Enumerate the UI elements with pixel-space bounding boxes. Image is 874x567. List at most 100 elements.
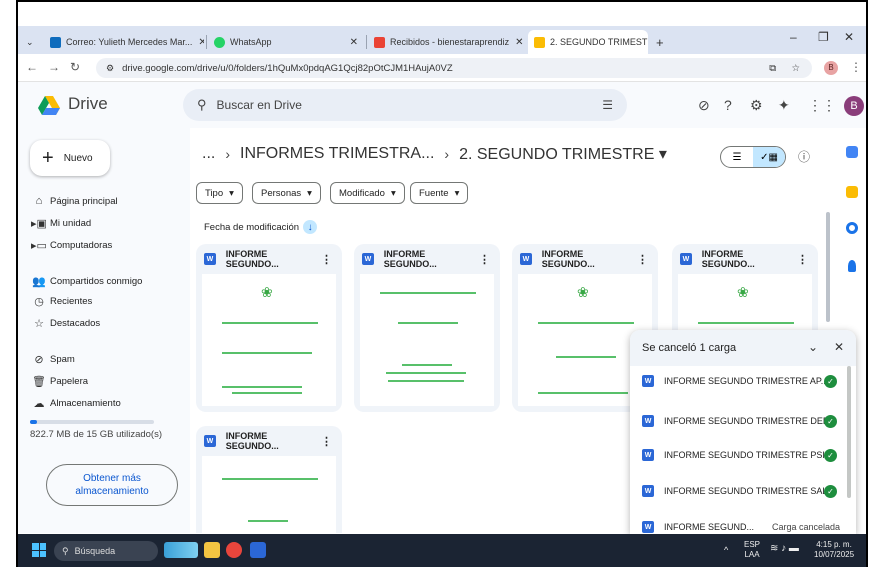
more-options-icon[interactable]: ⋮ [321, 253, 332, 266]
breadcrumb-parent[interactable]: INFORMES TRIMESTRA... [240, 145, 434, 163]
more-options-icon[interactable]: ⋮ [797, 253, 808, 266]
upload-panel-header: Se canceló 1 carga ⌄ ✕ [630, 330, 856, 366]
view-toggle: ☰ ✓▦ [720, 146, 786, 168]
settings-icon[interactable]: ⚙ [750, 97, 763, 114]
breadcrumb-ellipsis[interactable]: ... [202, 145, 215, 163]
close-icon[interactable]: ✕ [192, 37, 204, 48]
check-icon: ✓ [824, 484, 837, 498]
browser-menu-icon[interactable]: ⋮ [850, 60, 862, 74]
minimize-icon[interactable]: – [790, 30, 797, 44]
help-icon[interactable]: ? [724, 97, 732, 113]
wifi-icon[interactable]: ≋ ♪ ▬ [770, 544, 799, 554]
tasks-icon[interactable] [846, 222, 858, 234]
tab-search-dropdown[interactable]: ⌄ [20, 30, 44, 54]
check-icon: ✓ [824, 448, 837, 462]
taskbar-search[interactable]: ⚲ Búsqueda [54, 541, 158, 561]
contacts-icon[interactable] [848, 260, 856, 272]
close-icon[interactable]: ✕ [344, 37, 358, 48]
list-view-icon[interactable]: ☰ [721, 147, 753, 167]
profile-icon[interactable]: B [824, 61, 838, 75]
filter-type[interactable]: Tipo ▾ [196, 182, 243, 204]
filter-source[interactable]: Fuente ▾ [410, 182, 469, 204]
file-card[interactable]: W INFORME SEGUNDO... ⋮ [196, 426, 342, 533]
file-thumbnail [202, 456, 336, 533]
main-scrollbar[interactable] [826, 212, 830, 322]
storage-bar-fill [30, 420, 37, 424]
word-icon: W [204, 253, 216, 265]
tab-gmail[interactable]: Recibidos - bienestaraprendiz ✕ [368, 30, 526, 54]
upload-item[interactable]: W INFORME SEGUNDO TRIMESTRE PSI... ✓ [630, 446, 844, 464]
language-indicator[interactable]: ESP LAA [744, 540, 760, 560]
grid-view-icon[interactable]: ✓▦ [753, 147, 785, 167]
back-icon[interactable]: ← [26, 60, 38, 74]
get-more-storage-button[interactable]: Obtener más almacenamiento [46, 464, 178, 506]
upload-scrollbar[interactable] [847, 366, 851, 498]
word-app-icon[interactable] [250, 542, 266, 558]
new-tab-button[interactable]: + [650, 30, 670, 54]
sidebar-item-recent[interactable]: ◷ Recientes [28, 292, 92, 310]
chevron-right-icon: › [225, 146, 231, 162]
upload-item[interactable]: W INFORME SEGUNDO TRIMESTRE SAL... ✓ [630, 482, 844, 500]
word-icon: W [642, 485, 654, 497]
drive-logo-icon[interactable] [38, 96, 60, 115]
sidebar-item-my-drive[interactable]: ▸▣ Mi unidad [28, 214, 91, 232]
tab-whatsapp[interactable]: WhatsApp ✕ [208, 30, 364, 54]
info-icon[interactable]: ⓘ [798, 148, 810, 165]
site-settings-icon[interactable]: ⚙ [106, 63, 114, 74]
url-field[interactable]: ⚙ drive.google.com/drive/u/0/folders/1hQ… [96, 58, 812, 78]
account-avatar[interactable]: B [844, 96, 864, 116]
drive-header: Drive ⚲ Buscar en Drive ☰ ⊘ ? ⚙ ✦ ⋮⋮ B [18, 82, 866, 128]
drive-icon: ▸▣ [31, 217, 47, 230]
sidebar-item-home[interactable]: ⌂ Página principal [28, 192, 118, 210]
calendar-icon[interactable] [846, 146, 858, 158]
more-options-icon[interactable]: ⋮ [479, 253, 490, 266]
taskbar: ⚲ Búsqueda ^ ESP LAA ≋ ♪ ▬ 4:15 p. m. 10/0… [18, 534, 866, 567]
file-card[interactable]: W INFORME SEGUNDO... ⋮ [354, 244, 500, 412]
chrome-icon[interactable] [226, 542, 242, 558]
breadcrumb-current[interactable]: 2. SEGUNDO TRIMESTRE ▾ [459, 144, 667, 164]
filter-modified[interactable]: Modificado ▾ [330, 182, 405, 204]
sort-control[interactable]: Fecha de modificación ↓ [204, 220, 318, 234]
sidebar-item-starred[interactable]: ☆ Destacados [28, 314, 100, 332]
search-options-icon[interactable]: ☰ [602, 98, 613, 112]
more-options-icon[interactable]: ⋮ [321, 435, 332, 448]
window-close-icon[interactable]: ✕ [844, 30, 854, 44]
gemini-icon[interactable]: ✦ [778, 97, 790, 114]
sidebar-item-trash[interactable]: 🗑 Papelera [28, 372, 88, 390]
chevron-right-icon: › [444, 146, 450, 162]
restore-icon[interactable]: ❐ [818, 30, 829, 44]
bookmark-star-icon[interactable]: ☆ [791, 63, 800, 74]
close-panel-icon[interactable]: ✕ [834, 340, 844, 354]
sidebar-item-computers[interactable]: ▸▭ Computadoras [28, 236, 112, 254]
sidebar-item-shared[interactable]: 👥 Compartidos conmigo [28, 272, 142, 290]
offline-status-icon[interactable]: ⊘ [698, 97, 710, 114]
word-icon: W [520, 253, 532, 265]
collapse-icon[interactable]: ⌄ [808, 340, 818, 354]
tray-chevron-icon[interactable]: ^ [724, 545, 728, 555]
tab-correo[interactable]: Correo: Yulieth Mercedes Mar... ✕ [44, 30, 204, 54]
word-icon: W [680, 253, 692, 265]
file-explorer-icon[interactable] [204, 542, 220, 558]
plus-icon: + [42, 146, 54, 169]
keep-icon[interactable] [846, 186, 858, 198]
more-options-icon[interactable]: ⋮ [637, 253, 648, 266]
windows-start-icon[interactable] [32, 543, 46, 557]
sidebar-item-storage[interactable]: ☁ Almacenamiento [28, 394, 121, 412]
upload-item[interactable]: W INFORME SEGUNDO TRIMESTRE AP... ✓ [630, 372, 844, 390]
file-card[interactable]: W INFORME SEGUNDO... ⋮ ❀ [196, 244, 342, 412]
cloud-icon: ☁ [33, 397, 45, 410]
filter-people[interactable]: Personas ▾ [252, 182, 321, 204]
search-input[interactable]: ⚲ Buscar en Drive ☰ [183, 89, 627, 121]
apps-grid-icon[interactable]: ⋮⋮ [808, 97, 836, 114]
tab-drive[interactable]: 2. SEGUNDO TRIMESTRE - Goo ✕ [528, 30, 648, 54]
word-icon: W [642, 375, 654, 387]
upload-item[interactable]: W INFORME SEGUNDO TRIMESTRE DEP... ✓ [630, 412, 844, 430]
reload-icon[interactable]: ↻ [70, 60, 80, 74]
clock[interactable]: 4:15 p. m. 10/07/2025 [814, 540, 854, 560]
new-button[interactable]: + Nuevo [30, 140, 110, 176]
sidebar-item-spam[interactable]: ⊘ Spam [28, 350, 74, 368]
install-icon[interactable]: ⧉ [769, 63, 776, 74]
forward-icon[interactable]: → [48, 60, 60, 74]
close-icon[interactable]: ✕ [509, 37, 523, 48]
widgets-icon[interactable] [164, 542, 198, 558]
